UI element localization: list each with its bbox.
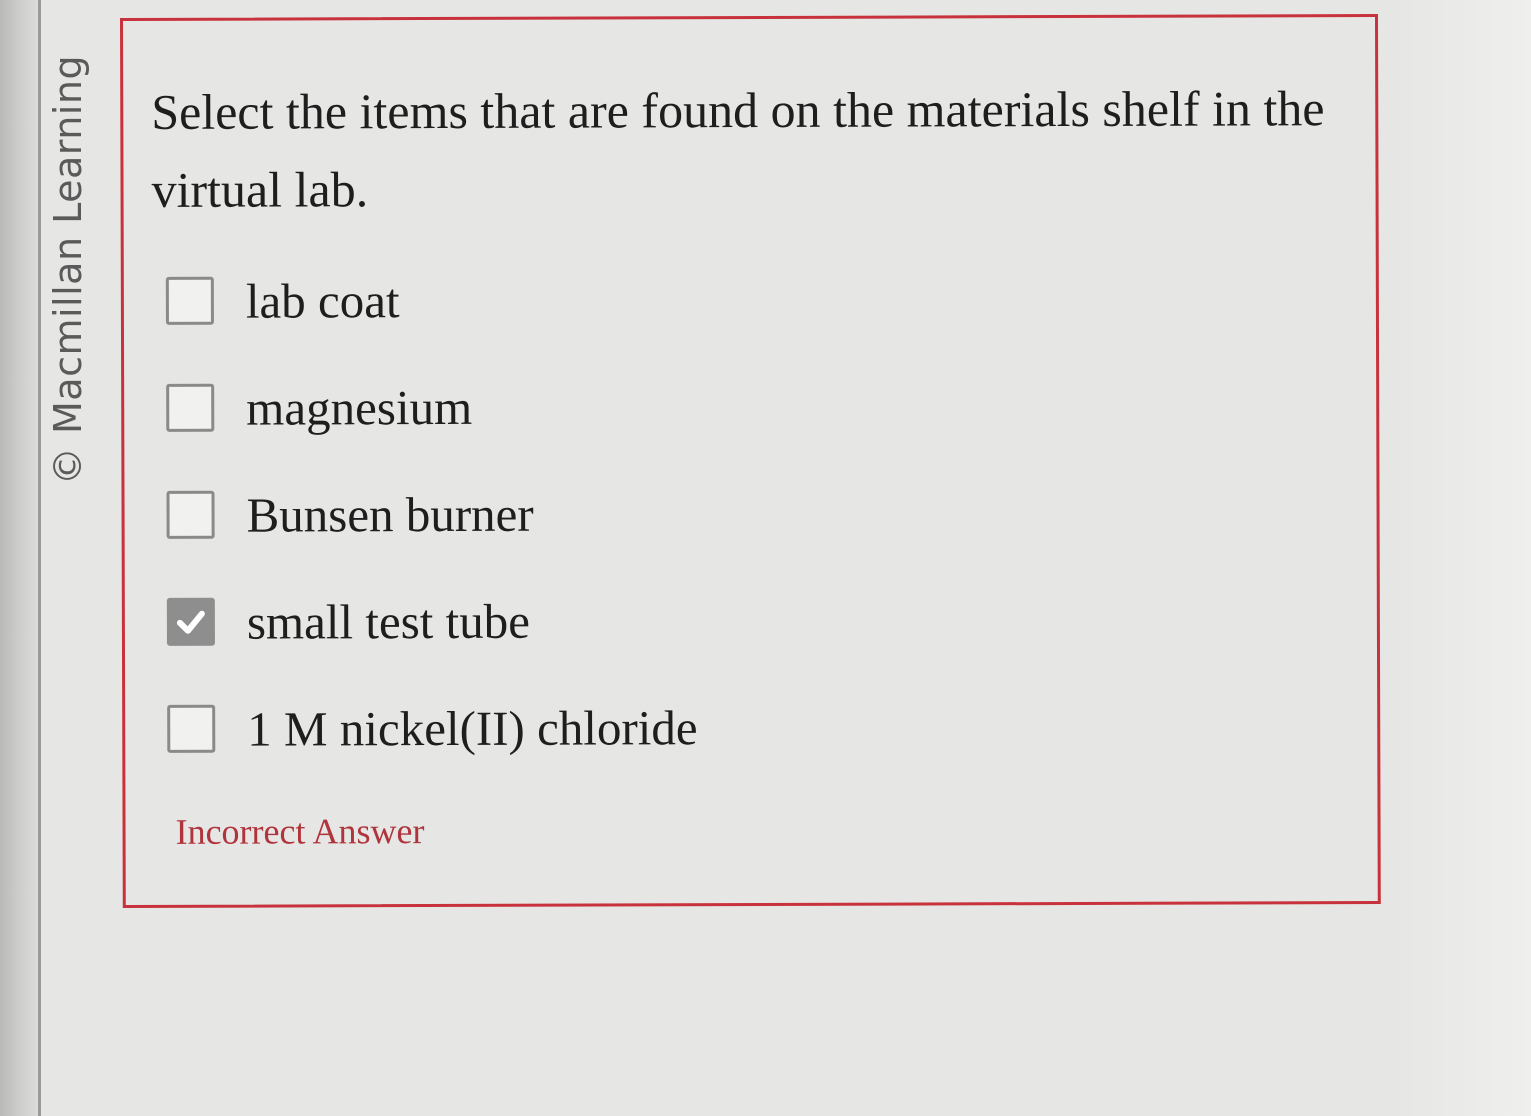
option-lab-coat[interactable]: lab coat: [165, 267, 697, 333]
question-card: Select the items that are found on the m…: [120, 14, 1381, 908]
question-prompt: Select the items that are found on the m…: [151, 80, 1325, 218]
option-label: Bunsen burner: [246, 486, 534, 543]
option-label: 1 M nickel(II) chloride: [247, 699, 698, 757]
feedback-message: Incorrect Answer: [175, 811, 425, 852]
background-shade: [1391, 0, 1531, 1116]
option-magnesium[interactable]: magnesium: [166, 374, 697, 440]
copyright-watermark: © Macmillan Learning: [38, 40, 98, 500]
watermark-text: © Macmillan Learning: [46, 54, 90, 486]
option-small-test-tube[interactable]: small test tube: [166, 588, 698, 654]
checkmark-icon: [176, 610, 205, 634]
option-bunsen-burner[interactable]: Bunsen burner: [166, 481, 697, 547]
checkbox[interactable]: [166, 383, 215, 432]
left-rail: [0, 0, 41, 1116]
checkbox[interactable]: [167, 704, 216, 753]
answer-options: lab coat magnesium Bunsen burner small t…: [165, 267, 698, 804]
checkbox-checked[interactable]: [166, 597, 215, 646]
checkbox[interactable]: [166, 490, 215, 539]
option-label: magnesium: [246, 379, 473, 436]
option-label: lab coat: [245, 272, 400, 329]
option-label: small test tube: [246, 593, 531, 650]
option-nickel-chloride[interactable]: 1 M nickel(II) chloride: [167, 695, 698, 761]
checkbox[interactable]: [165, 276, 214, 325]
